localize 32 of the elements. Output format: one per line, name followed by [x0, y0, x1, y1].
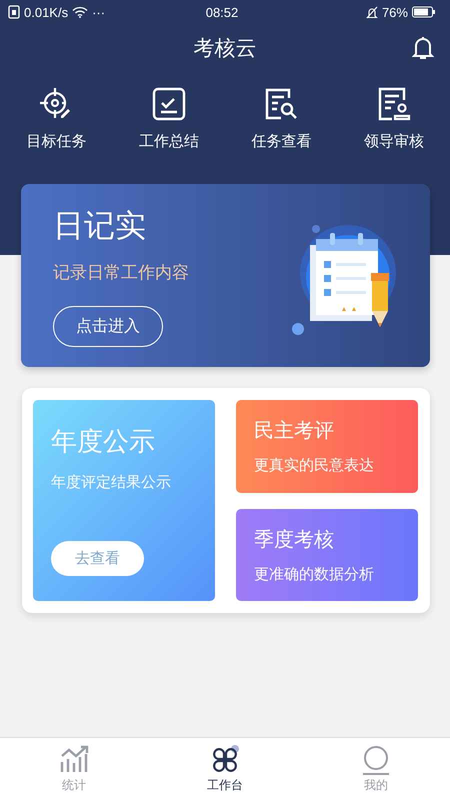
shortcut-button[interactable]: 目标任务 — [22, 80, 90, 180]
feature-card[interactable]: 季度考核 更准确的数据分析 — [236, 508, 418, 601]
profile-icon — [361, 745, 391, 775]
card-subtitle: 更准确的数据分析 — [254, 564, 374, 584]
chart-icon — [59, 745, 89, 775]
tab-item[interactable]: 工作台 — [199, 738, 251, 800]
sim-icon — [8, 5, 20, 19]
card-subtitle: 年度评定结果公示 — [51, 473, 171, 492]
banner-title: 日记实 — [53, 206, 146, 246]
card-title: 民主考评 — [254, 417, 334, 444]
notification-bell-icon[interactable] — [412, 36, 434, 60]
network-speed: 0.01K/s — [24, 4, 68, 20]
muted-bell-icon — [366, 6, 378, 18]
app-title: 考核云 — [194, 35, 256, 62]
document-search-icon — [263, 86, 300, 122]
shortcut-button[interactable]: 任务查看 — [247, 80, 316, 180]
card-title: 季度考核 — [254, 526, 334, 553]
tab-item[interactable]: 我的 — [353, 738, 399, 800]
banner-card[interactable]: 日记实 记录日常工作内容 点击进入 — [21, 184, 430, 367]
shortcut-button[interactable]: 工作总结 — [134, 80, 203, 180]
battery-icon — [412, 6, 436, 18]
more-indicator: ··· — [92, 4, 106, 20]
checkbox-icon — [150, 86, 187, 122]
clover-icon — [210, 745, 240, 775]
battery-level: 76% — [382, 4, 408, 20]
card-title: 年度公示 — [51, 426, 155, 459]
shortcut-button[interactable]: 领导审核 — [360, 80, 428, 180]
enter-button[interactable]: 点击进入 — [53, 306, 163, 346]
banner-subtitle: 记录日常工作内容 — [53, 262, 189, 284]
clock: 08:52 — [206, 4, 238, 20]
card-subtitle: 更真实的民意表达 — [254, 456, 374, 476]
wifi-icon — [72, 6, 88, 18]
